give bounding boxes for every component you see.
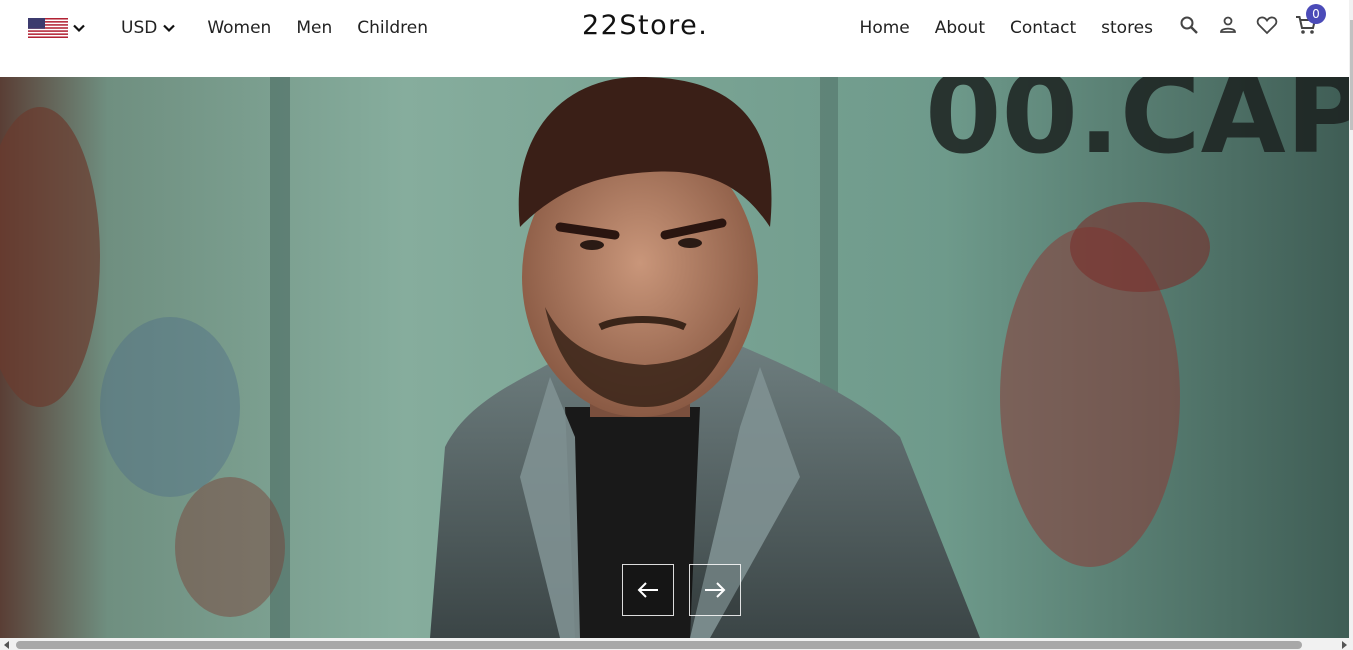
heart-icon bbox=[1256, 16, 1278, 35]
user-icon bbox=[1220, 16, 1236, 33]
main-nav: Home About Contact stores bbox=[835, 0, 1153, 55]
site-logo[interactable]: 22Store. bbox=[582, 10, 708, 41]
top-navbar: USD Women Men Children 22Store. Home Abo… bbox=[0, 0, 1353, 77]
cart-count-badge: 0 bbox=[1306, 4, 1326, 24]
horizontal-scrollbar-thumb[interactable] bbox=[16, 641, 1302, 649]
currency-label: USD bbox=[121, 17, 158, 38]
slider-next-button[interactable] bbox=[689, 564, 741, 616]
chevron-down-icon bbox=[73, 24, 85, 32]
chevron-down-icon bbox=[163, 24, 176, 32]
account-button[interactable] bbox=[1217, 14, 1239, 36]
cart-button[interactable]: 0 bbox=[1295, 4, 1326, 36]
nav-link-men[interactable]: Men bbox=[296, 18, 332, 38]
nav-link-women[interactable]: Women bbox=[207, 18, 271, 38]
search-button[interactable] bbox=[1178, 14, 1200, 36]
arrow-right-icon bbox=[705, 582, 726, 598]
nav-link-stores[interactable]: stores bbox=[1101, 18, 1153, 38]
language-selector[interactable] bbox=[28, 17, 86, 38]
search-icon bbox=[1180, 16, 1198, 34]
header-icons: 0 bbox=[1178, 4, 1334, 36]
nav-link-children[interactable]: Children bbox=[357, 18, 428, 38]
us-flag-icon bbox=[28, 17, 68, 38]
slider-prev-button[interactable] bbox=[622, 564, 674, 616]
scroll-left-arrow-icon[interactable] bbox=[2, 640, 12, 650]
currency-selector[interactable]: USD bbox=[121, 18, 176, 38]
category-nav: Women Men Children bbox=[207, 18, 453, 38]
nav-left: USD Women Men Children bbox=[28, 0, 453, 55]
hero-slider: 00.CAP. bbox=[0, 77, 1349, 638]
wishlist-button[interactable] bbox=[1256, 14, 1278, 36]
nav-link-about[interactable]: About bbox=[935, 18, 985, 38]
hero-image: 00.CAP. bbox=[0, 77, 1349, 638]
nav-link-contact[interactable]: Contact bbox=[1010, 18, 1076, 38]
wall-graffiti-text: 00.CAP. bbox=[925, 77, 1349, 178]
arrow-left-icon bbox=[637, 582, 658, 598]
scroll-right-arrow-icon[interactable] bbox=[1339, 640, 1349, 650]
nav-link-home[interactable]: Home bbox=[860, 18, 910, 38]
